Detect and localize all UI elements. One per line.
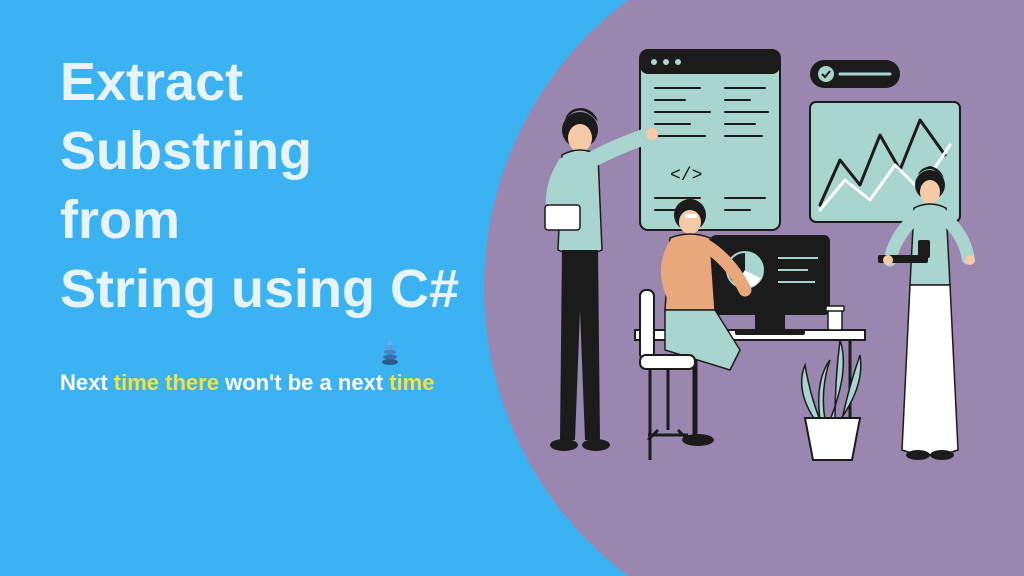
- potted-plant-icon: [802, 340, 861, 460]
- subtitle-part-2: there: [159, 370, 219, 395]
- title-line-4: String using C#: [60, 259, 459, 319]
- coffee-cup-icon: [826, 306, 844, 330]
- status-badge-icon: [810, 60, 900, 88]
- subtitle: Next time there won't be a next time: [60, 370, 434, 396]
- title-line-2: Substring: [60, 121, 312, 181]
- subtitle-part-4: time: [389, 370, 434, 395]
- tablet-icon: [545, 205, 580, 230]
- slide-canvas: Extract Substring from String using C# N…: [0, 0, 1024, 576]
- stack-logo-icon: [380, 340, 400, 366]
- line-chart-panel: [810, 102, 960, 222]
- title-line-3: from: [60, 190, 180, 250]
- code-window-panel: </>: [640, 50, 780, 230]
- subtitle-part-1: time: [114, 370, 159, 395]
- main-title: Extract Substring from String using C#: [60, 48, 520, 324]
- subtitle-part-0: Next: [60, 370, 114, 395]
- title-line-1: Extract: [60, 52, 243, 112]
- svg-text:</>: </>: [670, 166, 702, 186]
- subtitle-part-3: won't be a next: [219, 370, 389, 395]
- office-illustration: </>: [520, 40, 1000, 510]
- monitor-icon: [710, 235, 830, 335]
